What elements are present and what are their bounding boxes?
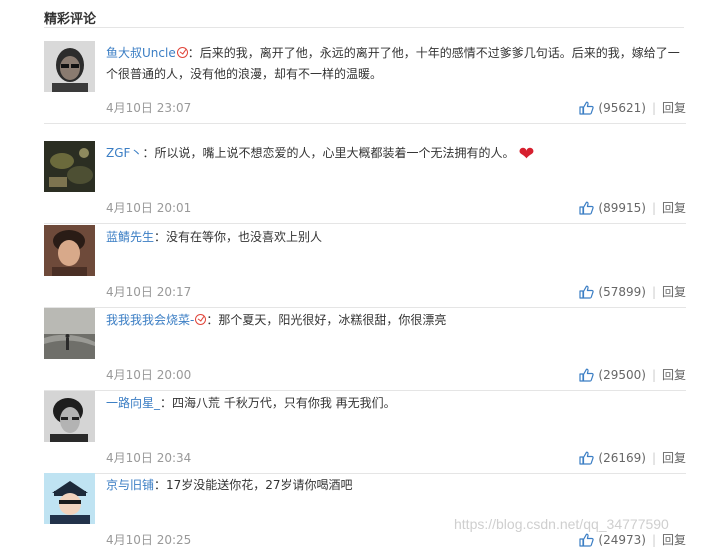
comment-text: ：那个夏天，阳光很好，冰糕很甜，你很漂亮	[206, 313, 447, 327]
like-count[interactable]: (29500)	[598, 368, 646, 382]
comment-actions: (29500) | 回复	[579, 366, 686, 385]
comment-meta: 4月10日 20:25 (24973) | 回复	[106, 531, 686, 547]
comment-body: 一路向星_：四海八荒 千秋万代，只有你我 再无我们。	[106, 393, 686, 414]
like-icon[interactable]	[579, 368, 595, 385]
comment-time: 4月10日 20:17	[106, 285, 192, 299]
like-icon[interactable]	[579, 533, 595, 550]
like-count[interactable]: (24973)	[598, 533, 646, 547]
comment-body: ZGF丶：所以说，嘴上说不想恋爱的人，心里大概都装着一个无法拥有的人。 ❤	[106, 143, 686, 165]
comment-item: ZGF丶：所以说，嘴上说不想恋爱的人，心里大概都装着一个无法拥有的人。 ❤ 4月1…	[44, 141, 686, 224]
comment-actions: (57899) | 回复	[579, 283, 686, 302]
section-title: 精彩评论	[44, 12, 97, 27]
watermark: https://blog.csdn.net/qq_34777590	[454, 516, 669, 532]
action-separator: |	[651, 285, 656, 299]
avatar[interactable]	[44, 308, 95, 359]
comment-meta: 4月10日 20:01 (89915) | 回复	[106, 199, 686, 215]
comment-time: 4月10日 23:07	[106, 101, 192, 115]
reply-link[interactable]: 回复	[662, 533, 686, 547]
action-separator: |	[651, 368, 656, 382]
comment-text: ：四海八荒 千秋万代，只有你我 再无我们。	[160, 396, 396, 410]
comment-time: 4月10日 20:00	[106, 368, 192, 382]
comment-username[interactable]: ZGF丶	[106, 146, 142, 160]
comment-item: 鱼大叔Uncle ：后来的我，离开了他，永远的离开了他，十年的感情不过爹爹几句话。…	[44, 41, 686, 124]
comment-actions: (95621) | 回复	[579, 99, 686, 118]
comment-actions: (26169) | 回复	[579, 449, 686, 468]
comment-username[interactable]: 蓝鲭先生	[106, 230, 154, 244]
comment-time: 4月10日 20:01	[106, 201, 192, 215]
comment-text: ：17岁没能送你花，27岁请你喝酒吧	[154, 478, 353, 492]
comment-item: 我我我我会烧菜- ：那个夏天，阳光很好，冰糕很甜，你很漂亮 4月10日 20:00…	[44, 308, 686, 391]
like-count[interactable]: (26169)	[598, 451, 646, 465]
comment-meta: 4月10日 20:00 (29500) | 回复	[106, 366, 686, 382]
comment-item: 一路向星_：四海八荒 千秋万代，只有你我 再无我们。 4月10日 20:34 (…	[44, 391, 686, 474]
comment-meta: 4月10日 20:17 (57899) | 回复	[106, 283, 686, 299]
action-separator: |	[651, 201, 656, 215]
verified-badge-icon	[176, 47, 188, 58]
comment-username[interactable]: 京与旧铺	[106, 478, 154, 492]
like-icon[interactable]	[579, 285, 595, 302]
comment-time: 4月10日 20:34	[106, 451, 192, 465]
comment-body: 鱼大叔Uncle ：后来的我，离开了他，永远的离开了他，十年的感情不过爹爹几句话。…	[106, 43, 686, 85]
action-separator: |	[651, 451, 656, 465]
comment-username[interactable]: 鱼大叔Uncle	[106, 46, 176, 60]
action-separator: |	[651, 533, 656, 547]
like-icon[interactable]	[579, 201, 595, 218]
comment-item: 蓝鲭先生：没有在等你，也没喜欢上别人 4月10日 20:17 (57899) | 回…	[44, 225, 686, 308]
heart-emoji-icon: ❤	[518, 143, 535, 165]
reply-link[interactable]: 回复	[662, 285, 686, 299]
comment-username[interactable]: 我我我我会烧菜-	[106, 313, 194, 327]
reply-link[interactable]: 回复	[662, 451, 686, 465]
comment-text: ：所以说，嘴上说不想恋爱的人，心里大概都装着一个无法拥有的人。	[142, 146, 515, 160]
reply-link[interactable]: 回复	[662, 101, 686, 115]
like-count[interactable]: (57899)	[598, 285, 646, 299]
action-separator: |	[651, 101, 656, 115]
reply-link[interactable]: 回复	[662, 201, 686, 215]
comment-meta: 4月10日 23:07 (95621) | 回复	[106, 99, 686, 115]
avatar[interactable]	[44, 41, 95, 92]
comment-body: 我我我我会烧菜- ：那个夏天，阳光很好，冰糕很甜，你很漂亮	[106, 310, 686, 331]
comment-body: 蓝鲭先生：没有在等你，也没喜欢上别人	[106, 227, 686, 248]
like-icon[interactable]	[579, 451, 595, 468]
avatar[interactable]	[44, 141, 95, 192]
like-count[interactable]: (95621)	[598, 101, 646, 115]
comment-text: ：后来的我，离开了他，永远的离开了他，十年的感情不过爹爹几句话。后来的我，嫁给了…	[106, 46, 680, 81]
comment-body: 京与旧铺：17岁没能送你花，27岁请你喝酒吧	[106, 475, 686, 496]
like-count[interactable]: (89915)	[598, 201, 646, 215]
comment-actions: (24973) | 回复	[579, 531, 686, 550]
comment-actions: (89915) | 回复	[579, 199, 686, 218]
avatar[interactable]	[44, 225, 95, 276]
reply-link[interactable]: 回复	[662, 368, 686, 382]
section-divider	[44, 27, 684, 28]
comment-time: 4月10日 20:25	[106, 533, 192, 547]
comment-item: 京与旧铺：17岁没能送你花，27岁请你喝酒吧 4月10日 20:25 (2497…	[44, 473, 686, 555]
comment-meta: 4月10日 20:34 (26169) | 回复	[106, 449, 686, 465]
avatar[interactable]	[44, 391, 95, 442]
like-icon[interactable]	[579, 101, 595, 118]
comment-text: ：没有在等你，也没喜欢上别人	[154, 230, 323, 244]
verified-badge-icon	[195, 314, 207, 325]
avatar[interactable]	[44, 473, 95, 524]
comment-username[interactable]: 一路向星_	[106, 396, 160, 410]
